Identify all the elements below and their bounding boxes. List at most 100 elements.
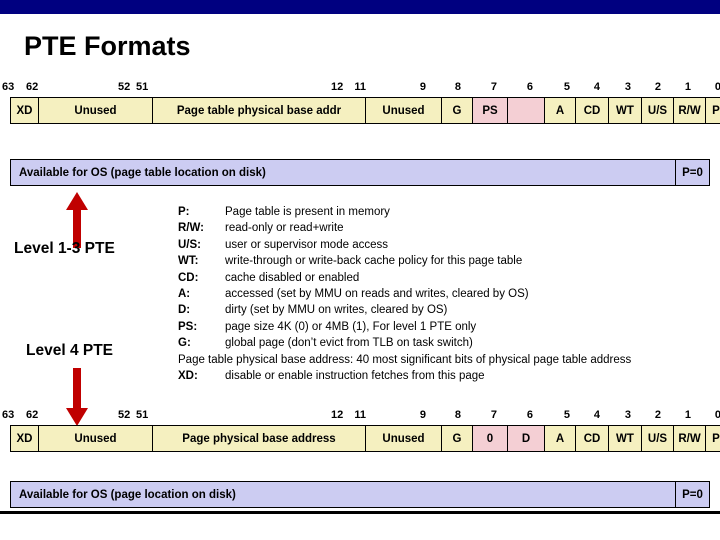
bit-number: 62 [26,409,39,421]
legend-desc: cache disabled or enabled [225,271,360,284]
bitfield-cell: Unused [39,426,153,451]
bit-number: 12 [331,81,344,93]
lower-pte-bitfield-row: XD Unused Page physical base address Unused… [10,425,720,452]
bitfield-cell: XD [11,426,39,451]
bitfield-cell: PS [473,98,508,123]
upper-os-available-label: Available for OS (page table location on… [11,160,676,185]
bit-number: 8 [454,409,461,421]
bit-number: 51 [136,409,149,421]
bitfield-cell: XD [11,98,39,123]
legend-row: R/W: read-only or read+write [178,220,631,236]
bit-number: 9 [419,81,426,93]
bit-number: 51 [136,81,149,93]
bit-number: 7 [490,409,497,421]
page-title: PTE Formats [24,31,191,61]
legend-desc: page size 4K (0) or 4MB (1), For level 1… [225,320,477,333]
slide-bottom-rule [0,511,720,514]
bit-number: 11 [354,81,366,93]
level-4-pte-label: Level 4 PTE [26,342,114,359]
legend-desc: Page table is present in memory [225,206,390,218]
bit-number: 5 [563,81,570,93]
legend-key: A: [178,288,191,301]
upper-bit-ruler: 63 62 52 51 12 11 9 8 7 6 5 4 3 2 1 0 [0,80,720,94]
bit-number: 4 [593,409,600,421]
legend-row: U/S: user or supervisor mode access [178,237,631,253]
legend-desc: user or supervisor mode access [225,238,388,251]
lower-os-available-bar: Available for OS (page location on disk)… [10,481,710,508]
bit-number: 52 [118,409,131,421]
bit-legend: P: Page table is present in memory R/W: … [178,204,631,384]
lower-os-present-flag: P=0 [676,482,709,507]
bit-number: 3 [624,81,631,93]
bitfield-cell: Unused [39,98,153,123]
legend-row: XD: disable or enable instruction fetche… [178,368,631,384]
legend-base-address-note: Page table physical base address: 40 mos… [178,353,632,366]
bit-number: 52 [118,81,131,93]
legend-key: G: [178,337,191,350]
bit-number: 9 [419,409,426,421]
legend-desc: disable or enable instruction fetches fr… [225,370,485,383]
bitfield-cell: P=1 [706,98,720,123]
bitfield-cell: G [442,98,473,123]
bit-number: 4 [593,81,600,93]
upper-pte-bitfield-row: XD Unused Page table physical base addr Unu… [10,97,720,124]
bit-number: 7 [490,81,497,93]
legend-row: P: Page table is present in memory [178,204,631,220]
bit-number: 6 [526,81,533,93]
bit-number: 6 [526,409,533,421]
bitfield-cell: CD [576,426,609,451]
legend-key: P: [178,206,190,218]
legend-desc: read-only or read+write [225,222,344,235]
bit-number: 0 [714,81,720,93]
bitfield-cell: WT [609,98,642,123]
lower-os-available-label: Available for OS (page location on disk) [11,482,676,507]
slide-canvas: PTE Formats 63 62 52 51 12 11 9 8 7 6 5 4 3 2 1 0 XD Unu… [0,0,720,540]
bitfield-cell: U/S [642,98,674,123]
slide-top-accent-bar [0,0,720,14]
bitfield-cell: A [545,98,576,123]
bit-number: 2 [654,409,661,421]
bitfield-cell [508,98,545,123]
legend-desc: write-through or write-back cache policy… [225,255,523,268]
legend-row: D: dirty (set by MMU on writes, cleared … [178,302,631,318]
legend-row: G: global page (don’t evict from TLB on … [178,335,631,351]
legend-desc: accessed (set by MMU on reads and writes… [225,288,529,301]
legend-desc: dirty (set by MMU on writes, cleared by … [225,304,448,317]
bit-number: 8 [454,81,461,93]
legend-key: D: [178,304,191,317]
legend-key: XD: [178,370,198,383]
bitfield-cell: U/S [642,426,674,451]
bit-number: 5 [563,409,570,421]
bitfield-cell: P=1 [706,426,720,451]
bitfield-cell: G [442,426,473,451]
upper-os-present-flag: P=0 [676,160,709,185]
legend-key: WT: [178,255,199,268]
bitfield-cell: R/W [674,426,706,451]
bitfield-cell: Unused [366,426,442,451]
bit-number: 1 [684,409,691,421]
lower-bit-ruler: 63 62 52 51 12 11 9 8 7 6 5 4 3 2 1 0 [0,408,720,422]
legend-row: A: accessed (set by MMU on reads and wri… [178,286,631,302]
legend-key: R/W: [178,222,204,235]
bit-number: 2 [654,81,661,93]
bitfield-cell: A [545,426,576,451]
bit-number: 0 [714,409,720,421]
legend-row: WT: write-through or write-back cache po… [178,253,631,269]
legend-key: CD: [178,271,199,284]
bitfield-cell: R/W [674,98,706,123]
bit-number: 11 [354,409,366,421]
bitfield-cell: D [508,426,545,451]
bit-number: 3 [624,409,631,421]
legend-key: U/S: [178,238,201,251]
bitfield-cell: CD [576,98,609,123]
bit-number: 62 [26,81,39,93]
legend-row: CD: cache disabled or enabled [178,270,631,286]
legend-key: PS: [178,320,198,333]
bit-number: 63 [2,409,15,421]
bitfield-cell: Unused [366,98,442,123]
bitfield-cell: WT [609,426,642,451]
bitfield-cell: Page physical base address [153,426,366,451]
legend-row: PS: page size 4K (0) or 4MB (1), For lev… [178,319,631,335]
bit-number: 63 [2,81,15,93]
bitfield-cell: 0 [473,426,508,451]
